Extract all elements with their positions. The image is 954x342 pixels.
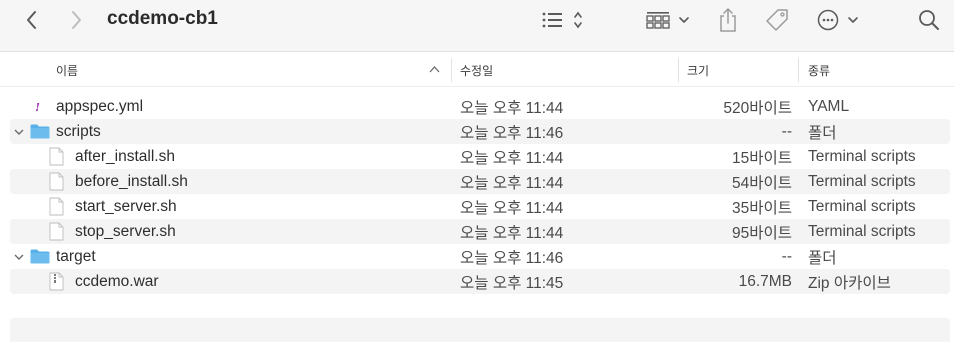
more-icon	[817, 9, 858, 31]
archive-file-icon	[49, 269, 64, 294]
more-actions-button[interactable]	[816, 6, 864, 34]
file-kind: 폴더	[808, 124, 837, 142]
chevron-right-icon	[72, 11, 81, 29]
file-kind: Terminal scripts	[808, 197, 916, 215]
file-size: 35바이트	[731, 199, 792, 217]
file-name: start_server.sh	[75, 197, 177, 215]
file-modified: 오늘 오후 11:46	[460, 124, 564, 142]
tag-icon	[766, 9, 788, 31]
svg-text:!: !	[35, 101, 40, 114]
file-kind: 폴더	[808, 249, 837, 267]
column-divider[interactable]	[798, 58, 799, 82]
disclosure-chevron-icon[interactable]	[14, 244, 24, 269]
file-modified: 오늘 오후 11:45	[460, 274, 564, 292]
file-name: scripts	[56, 122, 101, 140]
file-modified: 오늘 오후 11:46	[460, 249, 564, 267]
search-icon	[919, 10, 939, 30]
file-modified: 오늘 오후 11:44	[460, 199, 564, 217]
file-modified: 오늘 오후 11:44	[460, 149, 564, 167]
folder-row[interactable]: scripts 오늘 오후 11:46 -- 폴더	[10, 119, 950, 144]
file-name: ccdemo.war	[75, 272, 159, 290]
file-modified: 오늘 오후 11:44	[460, 174, 564, 192]
column-kind-label: 종류	[808, 63, 831, 78]
file-kind: YAML	[808, 97, 850, 115]
column-modified-label: 수정일	[460, 63, 494, 78]
column-kind-header[interactable]: 종류	[808, 53, 830, 87]
document-icon	[49, 169, 64, 194]
group-grid-icon	[646, 12, 689, 29]
file-size: 54바이트	[731, 174, 792, 192]
file-size: --	[781, 122, 792, 140]
document-icon	[49, 219, 64, 244]
column-divider[interactable]	[451, 58, 452, 82]
column-size-header[interactable]: 크기	[687, 53, 709, 87]
file-row[interactable]: stop_server.sh 오늘 오후 11:44 95바이트 Termina…	[10, 219, 950, 244]
file-row[interactable]: ! appspec.yml 오늘 오후 11:44 520바이트 YAML	[10, 94, 950, 119]
file-size: 520바이트	[723, 99, 792, 117]
column-modified-header[interactable]: 수정일	[460, 53, 493, 87]
disclosure-chevron-icon[interactable]	[14, 119, 24, 144]
sort-ascending-icon[interactable]	[429, 65, 440, 73]
list-view-icon	[542, 11, 582, 29]
column-name-header[interactable]: 이름	[56, 53, 78, 87]
file-modified: 오늘 오후 11:44	[460, 99, 564, 117]
file-kind: Terminal scripts	[808, 172, 916, 190]
column-size-label: 크기	[687, 63, 710, 78]
search-button[interactable]	[916, 6, 942, 34]
file-row[interactable]: after_install.sh 오늘 오후 11:44 15바이트 Termi…	[10, 144, 950, 169]
folder-icon	[30, 119, 50, 144]
file-kind: Terminal scripts	[808, 147, 916, 165]
file-kind: Zip 아카이브	[808, 274, 891, 292]
chevron-left-icon	[27, 11, 36, 29]
back-button[interactable]	[20, 6, 44, 34]
yaml-file-icon: !	[30, 94, 45, 119]
file-modified: 오늘 오후 11:44	[460, 224, 564, 242]
file-name: appspec.yml	[56, 97, 144, 115]
tag-button[interactable]	[763, 6, 791, 34]
folder-icon	[30, 244, 50, 269]
column-header: 이름 수정일 크기 종류	[0, 53, 954, 87]
group-button[interactable]	[644, 6, 692, 34]
file-row[interactable]: start_server.sh 오늘 오후 11:44 35바이트 Termin…	[10, 194, 950, 219]
view-options-button[interactable]	[540, 6, 588, 34]
folder-row[interactable]: target 오늘 오후 11:46 -- 폴더	[10, 244, 950, 269]
file-name: stop_server.sh	[75, 222, 176, 240]
file-size: --	[781, 247, 792, 265]
file-size: 95바이트	[731, 224, 792, 242]
forward-button[interactable]	[64, 6, 88, 34]
document-icon	[49, 194, 64, 219]
file-kind: Terminal scripts	[808, 222, 916, 240]
toolbar: ccdemo-cb1	[0, 0, 954, 52]
document-icon	[49, 144, 64, 169]
file-name: target	[56, 247, 96, 265]
file-name: before_install.sh	[75, 172, 188, 190]
share-button[interactable]	[716, 6, 740, 34]
file-size: 16.7MB	[738, 272, 792, 290]
file-row[interactable]: before_install.sh 오늘 오후 11:44 54바이트 Term…	[10, 169, 950, 194]
column-divider[interactable]	[678, 58, 679, 82]
empty-row-stripe	[10, 318, 950, 342]
window-title: ccdemo-cb1	[107, 8, 218, 29]
column-name-label: 이름	[56, 63, 79, 78]
file-row[interactable]: ccdemo.war 오늘 오후 11:45 16.7MB Zip 아카이브	[10, 269, 950, 294]
share-icon	[720, 7, 736, 32]
file-size: 15바이트	[731, 149, 792, 167]
file-name: after_install.sh	[75, 147, 175, 165]
